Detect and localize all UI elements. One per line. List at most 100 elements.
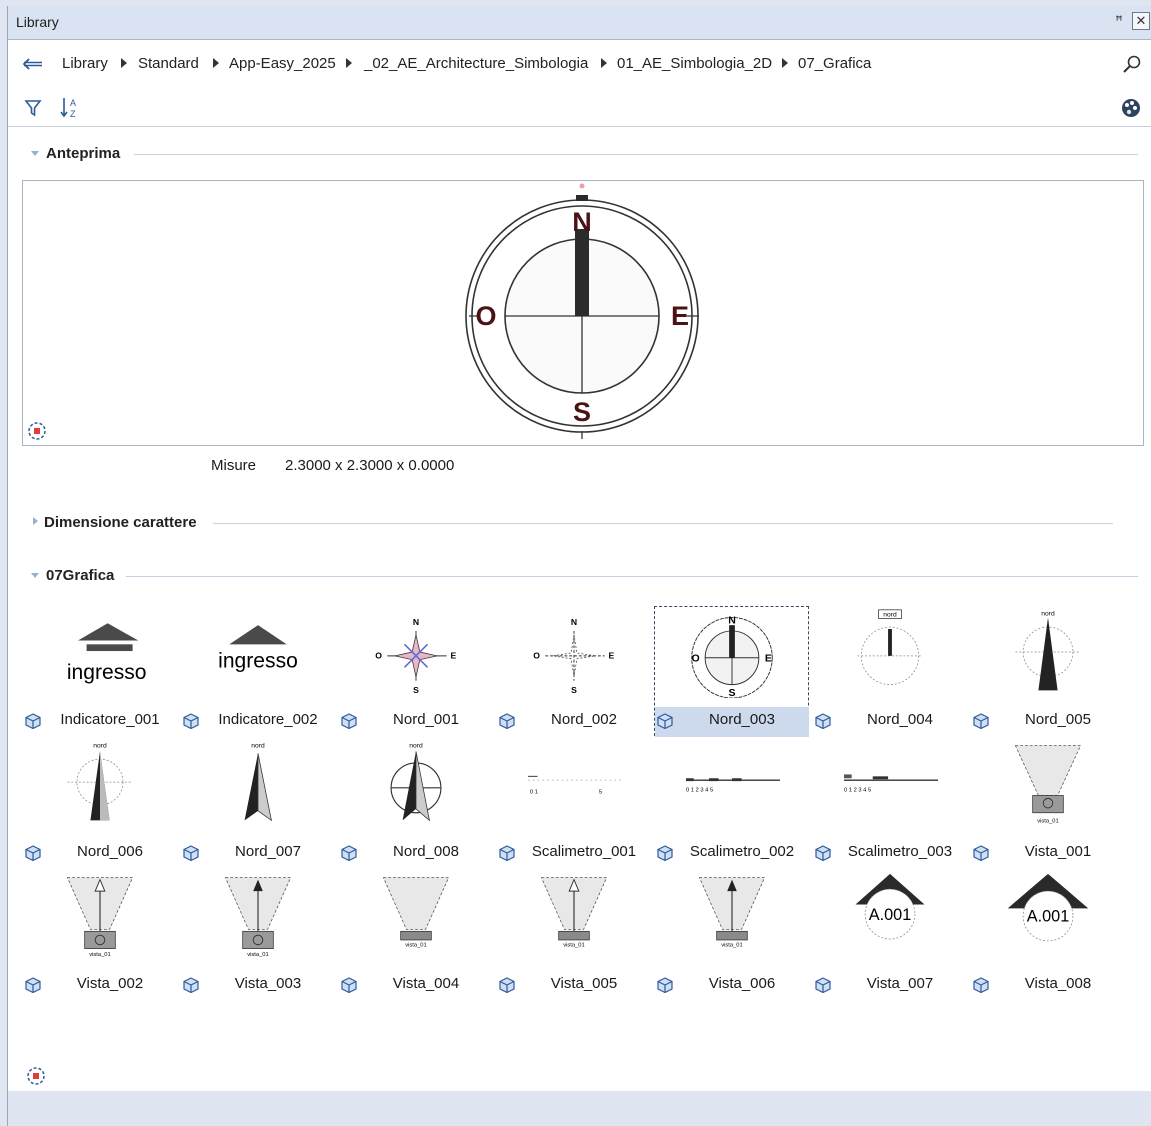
cube-icon (182, 712, 200, 730)
svg-text:Z: Z (70, 109, 76, 119)
close-button[interactable]: ✕ (1132, 12, 1150, 30)
crumb-separator (601, 58, 607, 68)
compass-west-letter: O (475, 301, 496, 331)
palette-icon[interactable] (1120, 97, 1142, 119)
collapse-grafica-icon[interactable] (31, 573, 39, 578)
symbol-label: Nord_007 (235, 843, 301, 860)
symbol-thumbnail: vista_01 (540, 877, 608, 949)
symbol-item[interactable]: nord Nord_006 (22, 738, 178, 870)
svg-text:nord: nord (93, 743, 107, 750)
symbol-item[interactable]: nord Nord_004 (812, 606, 968, 738)
symbol-label: Nord_006 (77, 843, 143, 860)
svg-text:N: N (571, 617, 577, 627)
symbol-thumbnail: ingresso (67, 623, 147, 684)
title-bar: Library ꟸ ✕ (8, 6, 1151, 40)
svg-text:0 1 2 3 4 5: 0 1 2 3 4 5 (844, 788, 871, 794)
cube-icon (182, 976, 200, 994)
anchor-point-icon[interactable] (26, 1066, 46, 1086)
svg-text:N: N (413, 617, 419, 627)
section-divider (213, 523, 1113, 524)
symbol-thumbnail: vista_01 (1014, 745, 1082, 824)
symbol-item[interactable]: 0 1 2 3 4 5 Scalimetro_002 (654, 738, 810, 870)
symbol-item[interactable]: vista_01 Vista_001 (970, 738, 1126, 870)
symbol-label: Nord_001 (393, 711, 459, 728)
crumb-separator (782, 58, 788, 68)
cube-icon (498, 712, 516, 730)
symbol-label: Nord_003 (709, 711, 775, 728)
symbol-item[interactable]: vista_01 Vista_003 (180, 870, 336, 1002)
svg-text:E: E (451, 651, 457, 661)
crumb-architecture[interactable]: _02_AE_Architecture_Simbologia (364, 55, 588, 72)
cube-icon (656, 976, 674, 994)
pin-icon[interactable]: ꟸ (1110, 12, 1128, 30)
symbol-label: Vista_007 (866, 975, 934, 992)
cube-icon (24, 712, 42, 730)
preview-compass-image: N S E O (465, 183, 699, 439)
expand-char-size-icon[interactable] (33, 517, 38, 525)
crumb-app-easy[interactable]: App-Easy_2025 (229, 55, 336, 72)
crumb-library[interactable]: Library (62, 55, 108, 72)
svg-text:ingresso: ingresso (67, 661, 147, 684)
search-icon[interactable] (1122, 54, 1142, 74)
symbol-item[interactable]: vista_01 Vista_005 (496, 870, 652, 1002)
breadcrumb: Library Standard App-Easy_2025 _02_AE_Ar… (8, 46, 1151, 82)
filter-icon[interactable] (24, 99, 42, 117)
symbol-thumbnail: N S E O (533, 617, 615, 695)
symbol-thumbnail: nord (857, 609, 923, 685)
section-grafica-title[interactable]: 07Grafica (46, 567, 114, 584)
symbol-item[interactable]: N S E O Nord_003 (654, 606, 810, 738)
cube-icon (656, 844, 674, 862)
section-divider (134, 154, 1138, 155)
crumb-standard[interactable]: Standard (138, 55, 199, 72)
symbol-item[interactable]: N S E O Nord_001 (338, 606, 494, 738)
symbol-item[interactable]: 0 1 5 Scalimetro_001 (496, 738, 652, 870)
svg-text:S: S (728, 687, 735, 698)
svg-text:E: E (765, 653, 772, 665)
svg-text:vista_01: vista_01 (721, 943, 742, 949)
svg-text:E: E (609, 651, 615, 661)
symbol-thumbnail: nord (390, 743, 442, 822)
cube-icon (498, 976, 516, 994)
symbol-item[interactable]: nord Nord_005 (970, 606, 1126, 738)
sort-az-icon[interactable]: A Z (59, 96, 81, 120)
collapse-preview-icon[interactable] (31, 151, 39, 156)
symbol-item[interactable]: nord Nord_008 (338, 738, 494, 870)
back-arrow-icon[interactable] (22, 57, 44, 71)
section-preview-title[interactable]: Anteprima (46, 145, 120, 162)
symbol-item[interactable]: A.001 Vista_008 (970, 870, 1126, 1002)
crumb-grafica[interactable]: 07_Grafica (798, 55, 871, 72)
svg-text:S: S (413, 685, 419, 695)
svg-text:A: A (70, 98, 76, 108)
symbol-item[interactable]: vista_01 Vista_002 (22, 870, 178, 1002)
symbol-item[interactable]: A.001 Vista_007 (812, 870, 968, 1002)
symbol-item[interactable]: N S E O Nord_002 (496, 606, 652, 738)
svg-text:N: N (728, 614, 736, 626)
symbol-thumbnail: N S E O (691, 614, 773, 698)
symbol-item[interactable]: 0 1 2 3 4 5 Scalimetro_003 (812, 738, 968, 870)
symbol-thumbnail: 0 1 5 (528, 775, 622, 796)
cube-icon (972, 976, 990, 994)
section-divider (126, 576, 1138, 577)
svg-text:0 1 2 3 4 5: 0 1 2 3 4 5 (686, 788, 713, 794)
svg-text:nord: nord (409, 743, 423, 750)
cube-icon (340, 976, 358, 994)
symbol-item[interactable]: nord Nord_007 (180, 738, 336, 870)
cube-icon (340, 712, 358, 730)
svg-text:O: O (691, 653, 699, 665)
symbol-item[interactable]: vista_01 Vista_006 (654, 870, 810, 1002)
svg-text:ingresso: ingresso (218, 649, 298, 672)
symbol-item[interactable]: ingresso Indicatore_001 (22, 606, 178, 738)
crumb-simbologia-2d[interactable]: 01_AE_Simbologia_2D (617, 55, 772, 72)
cube-icon (24, 844, 42, 862)
symbol-thumbnail: vista_01 (698, 877, 766, 949)
svg-text:vista_01: vista_01 (405, 943, 426, 949)
toolbar: A Z (8, 90, 1151, 127)
symbol-item[interactable]: vista_01 Vista_004 (338, 870, 494, 1002)
symbol-thumbnail: nord (67, 743, 133, 821)
crumb-separator (213, 58, 219, 68)
compass-south-letter: S (573, 397, 591, 427)
anchor-point-icon[interactable] (27, 421, 47, 441)
symbol-item[interactable]: ingresso Indicatore_002 (180, 606, 336, 738)
svg-text:vista_01: vista_01 (1037, 818, 1058, 824)
section-char-size-title[interactable]: Dimensione carattere (44, 514, 197, 531)
